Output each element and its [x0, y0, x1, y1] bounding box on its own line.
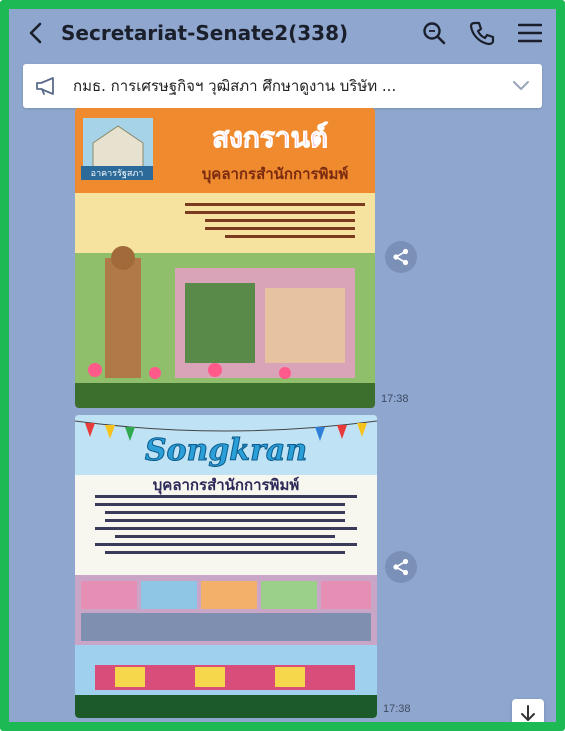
phone-icon	[469, 21, 495, 46]
share-icon	[393, 248, 409, 266]
header-actions	[416, 15, 548, 51]
chat-header: Secretariat-Senate2(338)	[9, 9, 556, 57]
poster-building-caption: อาคารรัฐสภา	[81, 166, 153, 180]
search-button[interactable]	[416, 15, 452, 51]
share-icon	[393, 558, 409, 576]
search-icon	[423, 22, 446, 45]
announcement-text: กมธ. การเศรษฐกิจฯ วุฒิสภา ศึกษาดูงาน บริ…	[73, 77, 397, 95]
image-message[interactable]: Songkran บุคลากรสำนักการพิมพ์	[75, 415, 377, 718]
megaphone-icon	[36, 77, 54, 95]
message-time: 17:38	[383, 703, 411, 715]
image-message[interactable]: อาคารรัฐสภา สงกรานต์ บุคลากรสำนักการพิมพ…	[75, 108, 375, 408]
share-button[interactable]	[385, 551, 417, 583]
poster-title: Songkran	[144, 433, 308, 469]
back-button[interactable]	[19, 13, 53, 53]
menu-button[interactable]	[512, 15, 548, 51]
menu-icon	[518, 23, 542, 43]
scroll-to-bottom-button[interactable]	[512, 699, 544, 722]
chat-title: Secretariat-Senate2(338)	[61, 21, 349, 45]
call-button[interactable]	[464, 15, 500, 51]
chevron-left-icon	[29, 22, 42, 44]
poster-title: สงกรานต์	[212, 121, 329, 155]
message-time: 17:38	[381, 393, 409, 405]
announcement-bar[interactable]: กมธ. การเศรษฐกิจฯ วุฒิสภา ศึกษาดูงาน บริ…	[23, 64, 542, 108]
chat-window: Secretariat-Senate2(338) กมธ. การเศรษฐกิ…	[0, 0, 565, 731]
image-message-partial[interactable]	[75, 725, 377, 731]
arrow-down-icon	[521, 705, 535, 721]
share-button[interactable]	[385, 241, 417, 273]
chevron-down-icon[interactable]	[510, 74, 532, 96]
poster-subtitle: บุคลากรสำนักการพิมพ์	[201, 165, 349, 183]
poster-subtitle: บุคลากรสำนักการพิมพ์	[152, 476, 300, 494]
